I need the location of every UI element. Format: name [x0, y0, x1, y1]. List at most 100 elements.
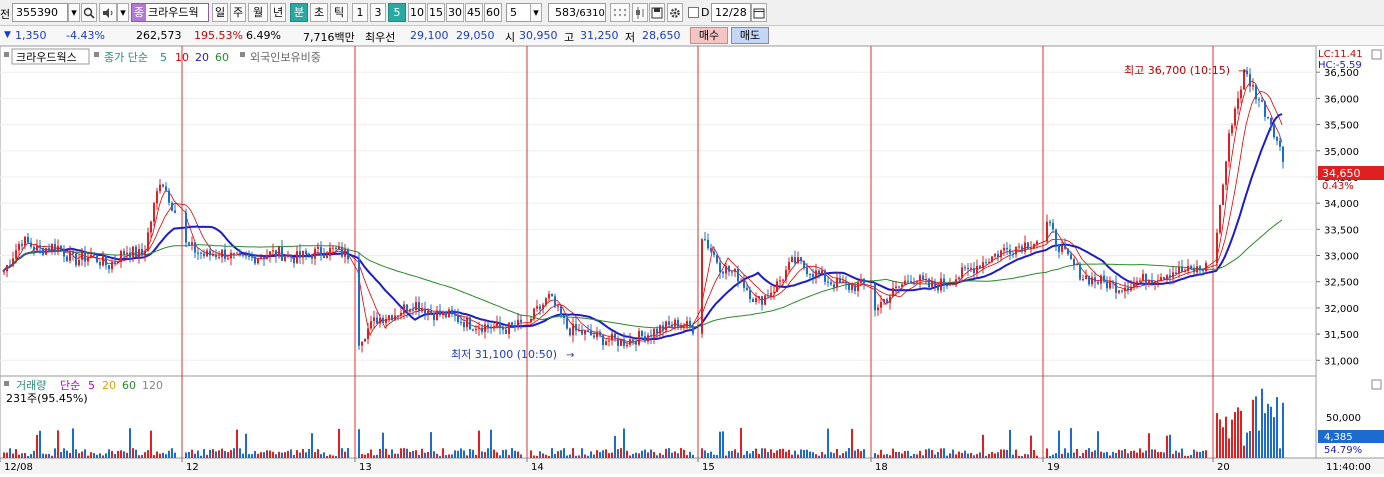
sell-button[interactable]: 매도	[731, 27, 769, 44]
date-checkbox[interactable]	[688, 7, 699, 18]
volume-bar	[517, 451, 519, 458]
candle-body	[1139, 280, 1141, 282]
interval-select[interactable]: 5	[506, 3, 532, 22]
interval-45[interactable]: 45	[465, 3, 483, 22]
candle-body	[575, 323, 577, 331]
data-count-field[interactable]: 583/6310	[548, 3, 606, 22]
volume-bar	[475, 454, 477, 458]
volume-bar	[129, 428, 131, 458]
volume-bar	[791, 454, 793, 458]
volume-bar	[385, 448, 387, 458]
candle-body	[821, 270, 823, 275]
period-tick[interactable]: 틱	[330, 3, 348, 22]
volume-panel-collapse-button[interactable]	[1371, 379, 1382, 390]
candle-body	[185, 212, 187, 243]
volume-bar	[854, 450, 856, 458]
chart-type-button[interactable]	[632, 3, 648, 22]
volume-bar	[254, 451, 256, 458]
period-day[interactable]: 일	[212, 3, 228, 22]
volume-bar	[725, 455, 727, 458]
volume-bar	[910, 455, 912, 458]
volume-bar	[1237, 407, 1239, 458]
volume-bar	[773, 452, 775, 458]
search-button[interactable]	[81, 3, 97, 22]
candle-body	[454, 313, 456, 316]
toolbar: 전 355390 ▾ ▾ 종 크라우드웍 일 주 월 년 분 초 틱 1 3 5 …	[0, 0, 1384, 26]
candle-body	[105, 256, 107, 266]
volume-bar	[845, 451, 847, 458]
volume-bar	[305, 452, 307, 458]
stock-code-dropdown-button[interactable]: ▾	[68, 3, 80, 22]
candle-body	[1009, 249, 1011, 254]
price-panel-collapse-button[interactable]	[1371, 49, 1382, 60]
stock-code-input[interactable]: 355390	[12, 3, 68, 22]
candle-body	[686, 320, 688, 327]
candle-body	[24, 236, 26, 246]
volume-bar	[272, 451, 274, 458]
candle-body	[578, 330, 580, 332]
volume-bar	[433, 451, 435, 458]
period-minute[interactable]: 분	[290, 3, 308, 22]
candle-body	[824, 270, 826, 282]
high-price: 31,250	[580, 29, 619, 42]
settings-button[interactable]	[667, 3, 683, 22]
interval-60[interactable]: 60	[484, 3, 502, 22]
volume-bar	[75, 449, 77, 458]
candle-body	[114, 262, 116, 264]
interval-10[interactable]: 10	[408, 3, 426, 22]
volume-bar	[1273, 417, 1275, 458]
period-month[interactable]: 월	[248, 3, 268, 22]
period-year[interactable]: 년	[270, 3, 286, 22]
interval-15[interactable]: 15	[427, 3, 445, 22]
candle-body	[794, 257, 796, 264]
price-volume-chart[interactable]: 36,50036,00035,50035,00034,50034,00033,5…	[0, 45, 1384, 474]
chart-area[interactable]: 36,50036,00035,50035,00034,50034,00033,5…	[0, 45, 1384, 474]
candle-body	[991, 256, 993, 262]
volume-bar	[857, 449, 859, 458]
volume-bar	[704, 450, 706, 458]
candle-body	[9, 264, 11, 266]
candle-body	[75, 253, 77, 266]
interval-1[interactable]: 1	[352, 3, 368, 22]
buy-button[interactable]: 매수	[690, 27, 728, 44]
sound-dropdown-button[interactable]: ▾	[117, 3, 129, 22]
candle-body	[806, 267, 808, 275]
candle-body	[898, 286, 900, 288]
candle-body	[542, 304, 544, 310]
candle-body	[1202, 269, 1204, 272]
period-week[interactable]: 주	[230, 3, 246, 22]
candle-body	[662, 325, 664, 331]
volume-bar	[1276, 397, 1278, 458]
candle-body	[1027, 242, 1029, 249]
candle-body	[129, 252, 131, 258]
save-button[interactable]	[649, 3, 665, 22]
candle-body	[311, 254, 313, 259]
speaker-icon	[103, 8, 113, 18]
volume-bar	[1036, 455, 1038, 458]
interval-dropdown-button[interactable]: ▾	[530, 3, 542, 22]
volume-bar	[218, 450, 220, 458]
volume-bar	[168, 450, 170, 458]
volume-bar	[665, 448, 667, 458]
volume-bar	[332, 455, 334, 458]
candle-body	[511, 322, 513, 325]
drawing-tools-button[interactable]	[610, 3, 630, 22]
interval-30[interactable]: 30	[446, 3, 464, 22]
candle-body	[809, 274, 811, 276]
volume-ma-120: 120	[142, 379, 163, 392]
volume-bar	[737, 452, 739, 458]
period-second[interactable]: 초	[310, 3, 328, 22]
candle-body	[940, 278, 942, 291]
high-annotation: 최고 36,700 (10:15)	[1124, 64, 1230, 77]
stock-name-field[interactable]: 종 크라우드웍	[131, 3, 209, 22]
volume-bar	[590, 451, 592, 458]
info-bar: ▼ 1,350 -4.43% 262,573 195.53% 6.49% 7,7…	[0, 26, 1384, 46]
sound-button[interactable]	[99, 3, 117, 22]
calendar-button[interactable]	[751, 3, 767, 22]
volume-bar	[785, 451, 787, 458]
candle-body	[341, 247, 343, 257]
date-input[interactable]: 12/28	[711, 3, 751, 22]
interval-5[interactable]: 5	[388, 3, 406, 22]
candle-body	[269, 251, 271, 256]
interval-3[interactable]: 3	[370, 3, 386, 22]
